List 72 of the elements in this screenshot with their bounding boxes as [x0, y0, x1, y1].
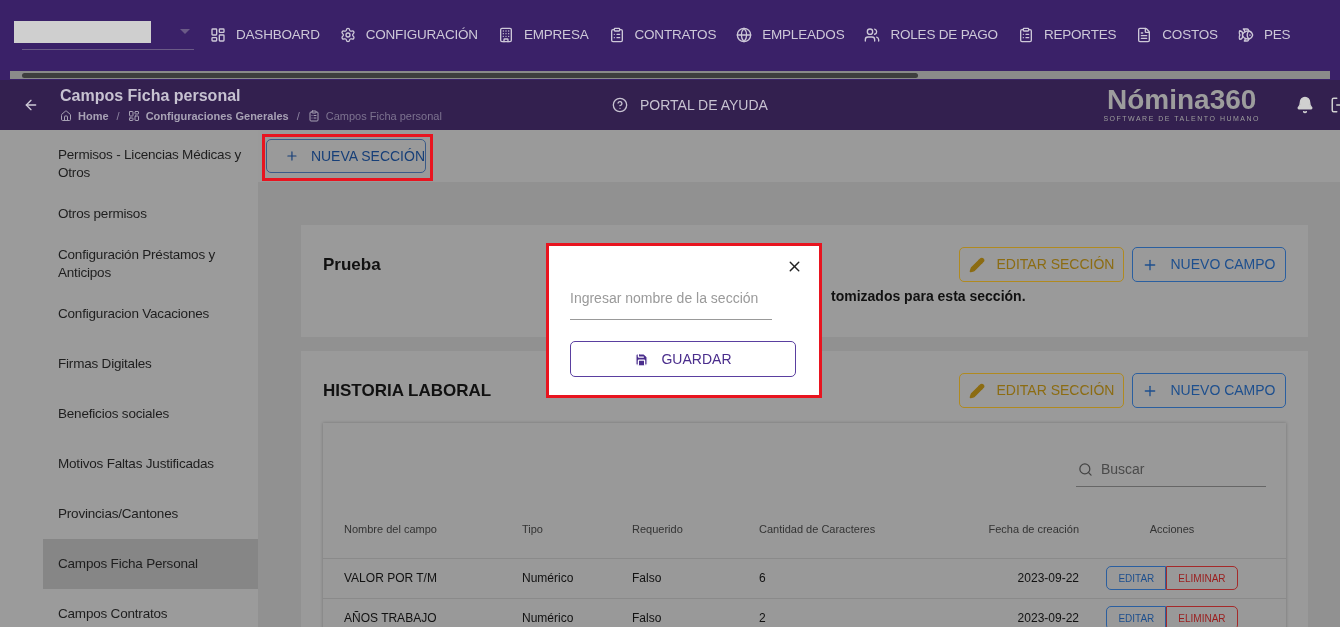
column-header: Tipo — [522, 523, 543, 535]
column-header: Nombre del campo — [344, 523, 437, 535]
column-header: Cantidad de Caracteres — [759, 523, 876, 535]
nav-link[interactable]: DASHBOARD — [210, 24, 320, 46]
page-title: Campos Ficha personal — [60, 85, 242, 106]
help-icon — [612, 97, 628, 113]
sidebar-item[interactable]: Motivos Faltas Justificadas — [43, 439, 258, 489]
nav-link[interactable]: COSTOS — [1136, 24, 1218, 46]
back-icon[interactable] — [23, 97, 39, 113]
save-icon — [634, 351, 650, 367]
nav-link[interactable]: EMPLEADOS — [736, 24, 845, 46]
table-cell: Falso — [632, 571, 662, 585]
caret-icon — [180, 29, 190, 34]
scrollbar[interactable] — [10, 71, 1330, 79]
table-cell: 6 — [759, 571, 766, 585]
table-cell: Numérico — [522, 611, 574, 625]
nav-link[interactable]: ROLES DE PAGO — [864, 24, 998, 46]
sidebar-item[interactable]: Campos Ficha Personal — [43, 539, 258, 589]
table-cell: Falso — [632, 611, 662, 625]
clipboard-icon — [608, 27, 625, 43]
nav-link[interactable]: EMPRESA — [497, 24, 589, 46]
search-icon — [1078, 461, 1093, 478]
nav-link[interactable]: CONFIGURACIÓN — [339, 24, 478, 46]
breadcrumb-separator: / — [116, 108, 120, 124]
nav-link[interactable]: REPORTES — [1017, 24, 1117, 46]
clipboard-icon — [1017, 27, 1034, 43]
search-field[interactable]: Buscar — [1100, 459, 1266, 480]
fish-icon — [1237, 27, 1254, 43]
breadcrumb-separator: / — [296, 108, 300, 124]
plus-icon — [285, 148, 299, 164]
clipboard-icon — [307, 110, 320, 122]
dashboard-icon — [210, 27, 226, 43]
document-icon — [1136, 27, 1153, 43]
globe-icon — [736, 27, 753, 43]
column-header: Fecha de creación — [988, 523, 1079, 535]
home-icon — [60, 110, 72, 122]
section-message: tomizados para esta sección. — [831, 287, 1027, 306]
sidebar-item[interactable]: Configuración Préstamos y Anticipos — [43, 239, 258, 289]
pencil-icon — [968, 382, 985, 399]
help-link[interactable]: PORTAL DE AYUDA — [612, 94, 768, 116]
building-icon — [497, 27, 514, 43]
sidebar-item[interactable]: Provincias/Cantones — [43, 489, 258, 539]
sidebar-item[interactable]: Beneficios sociales — [43, 389, 258, 439]
breadcrumb-link[interactable]: Configuraciones Generales — [145, 107, 289, 125]
settings-icon — [339, 27, 356, 43]
new-section-button[interactable]: NUEVA SECCIÓN — [266, 139, 426, 173]
nav-link[interactable]: CONTRATOS — [608, 24, 717, 46]
table-cell: VALOR POR T/M — [344, 571, 437, 585]
section-title: Prueba — [323, 253, 381, 276]
section-title: HISTORIA LABORAL — [323, 379, 492, 402]
sidebar-item[interactable]: Firmas Digitales — [43, 339, 258, 389]
users-icon — [864, 27, 881, 43]
table-cell: 2023-09-22 — [1017, 611, 1079, 625]
table-cell: Numérico — [522, 571, 574, 585]
section-name-field[interactable]: Ingresar nombre de la sección — [570, 288, 772, 320]
dashboard-icon — [127, 110, 140, 122]
brand-logo: Nómina360 — [1107, 85, 1257, 114]
notification-icon[interactable] — [1296, 96, 1314, 114]
sidebar-item[interactable]: Configuracion Vacaciones — [43, 289, 258, 339]
column-header: Requerido — [632, 523, 683, 535]
table-cell: AÑOS TRABAJO — [344, 611, 437, 625]
nav-link[interactable]: PES — [1237, 24, 1291, 46]
pencil-icon — [968, 256, 985, 273]
table-cell: 2023-09-22 — [1017, 571, 1079, 585]
breadcrumb-link[interactable]: Campos Ficha personal — [325, 107, 442, 125]
sidebar-item[interactable]: Campos Contratos — [43, 589, 258, 627]
breadcrumb-link[interactable]: Home — [78, 107, 109, 125]
sidebar-item[interactable]: Permisos - Licencias Médicas y Otros — [43, 139, 258, 189]
column-header: Acciones — [1149, 523, 1195, 535]
save-button[interactable]: GUARDAR — [570, 341, 796, 377]
sidebar-item[interactable]: Otros permisos — [43, 189, 258, 239]
table-cell: 2 — [759, 611, 766, 625]
